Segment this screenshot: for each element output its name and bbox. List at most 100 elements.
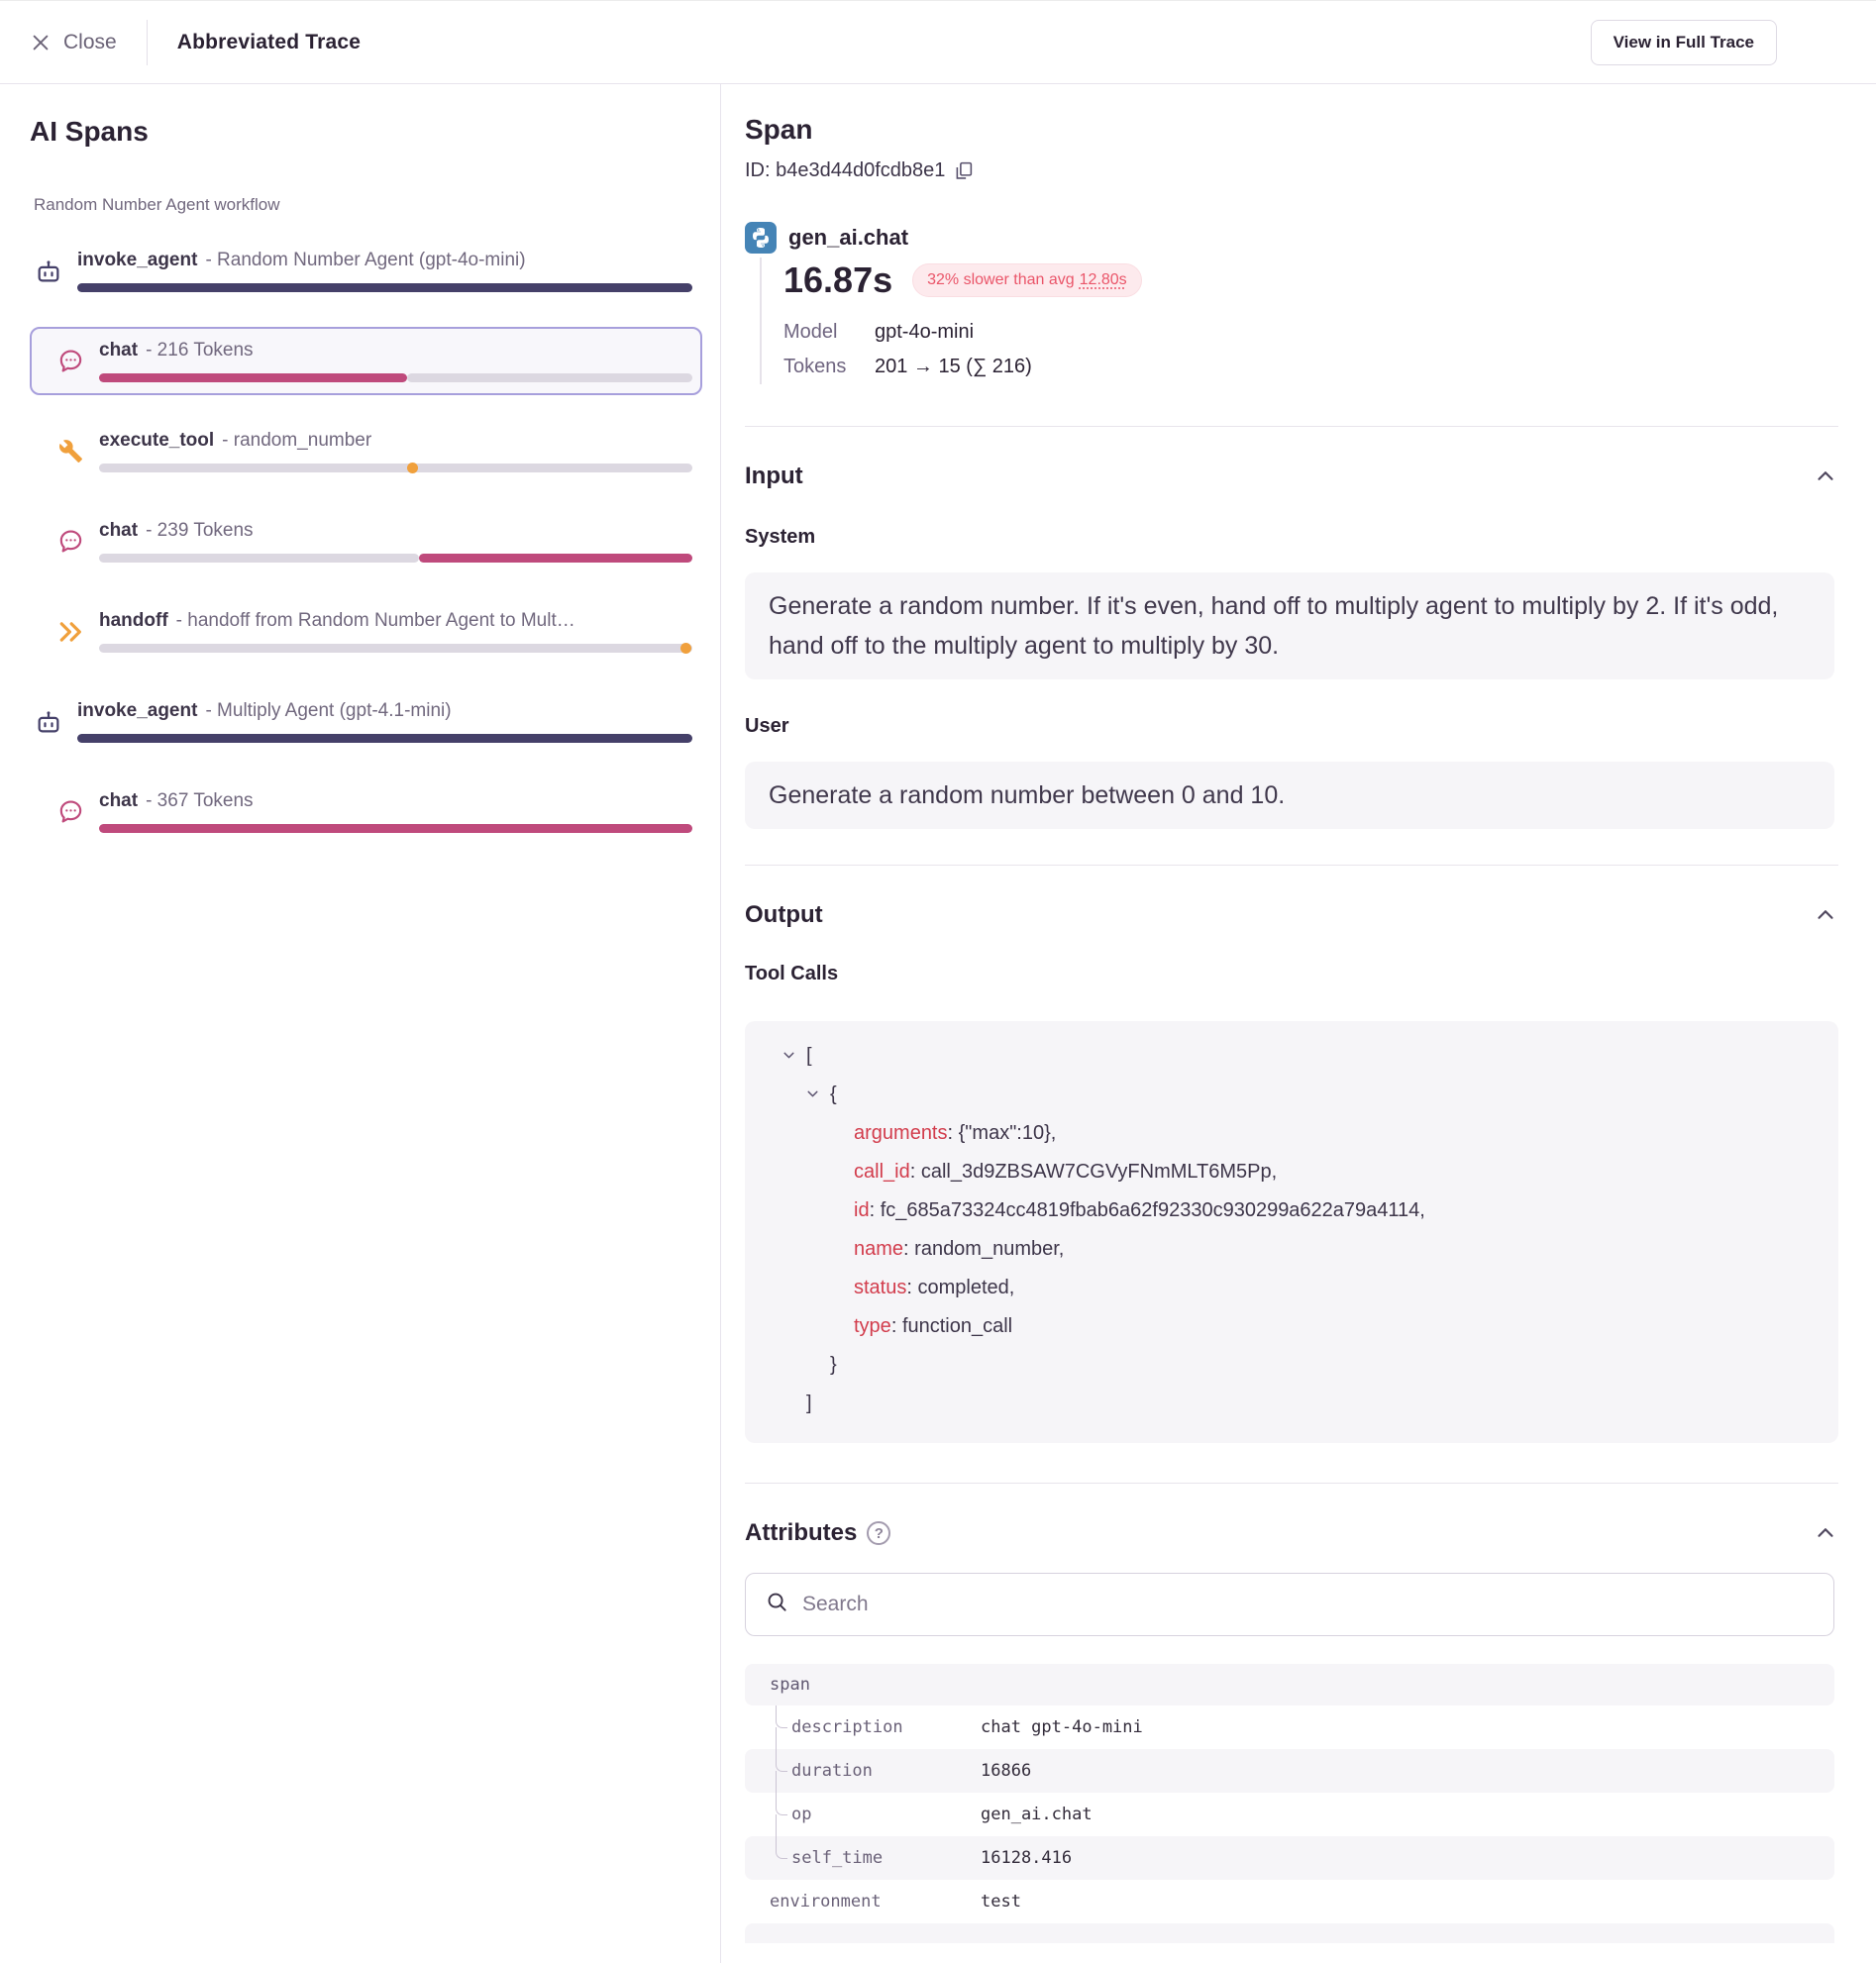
span-list-item[interactable]: chat- 216 Tokens [30, 327, 702, 395]
attributes-heading: Attributes? [745, 1519, 890, 1547]
attribute-row[interactable]: environmenttest [745, 1880, 1834, 1923]
bar-segment [99, 554, 419, 563]
chat-bubble-icon [55, 527, 85, 557]
span-row-title: invoke_agent- Random Number Agent (gpt-4… [77, 250, 692, 271]
span-row-body: chat- 216 Tokens [99, 340, 692, 382]
bar-segment [99, 373, 407, 382]
drawer-title: Abbreviated Trace [177, 31, 361, 54]
help-icon[interactable]: ? [867, 1521, 890, 1545]
span-list-item[interactable]: execute_tool- random_number [30, 417, 702, 485]
json-value: random_number, [914, 1238, 1064, 1260]
span-op-details: 16.87s 32% slower than avg12.80s Model g… [760, 258, 1838, 384]
span-list-item[interactable]: chat- 239 Tokens [30, 507, 702, 575]
attribute-row[interactable]: opgen_ai.chat [745, 1793, 1834, 1836]
topbar-divider [147, 20, 148, 65]
span-duration-bar [99, 554, 692, 563]
duration-row: 16.87s 32% slower than avg12.80s [783, 259, 1838, 301]
chat-bubble-icon [55, 347, 85, 376]
json-key: id [854, 1199, 870, 1221]
robot-icon [34, 707, 63, 737]
bar-segment [407, 373, 692, 382]
json-key: type [854, 1315, 891, 1337]
ai-spans-heading: AI Spans [30, 116, 702, 148]
json-colon: : [948, 1122, 959, 1144]
json-bracket: [ [806, 1045, 812, 1067]
workflow-label: Random Number Agent workflow [34, 195, 702, 215]
chevron-up-icon[interactable] [1813, 902, 1838, 928]
json-line: { [806, 1076, 1811, 1114]
attribute-row[interactable]: description chat gpt-4o-mini [745, 1705, 1834, 1749]
output-heading: Output [745, 901, 823, 929]
span-detail-label: - 239 Tokens [146, 520, 253, 541]
badge-avg-link[interactable]: 12.80s [1080, 271, 1127, 288]
span-row-body: execute_tool- random_number [99, 430, 692, 472]
attributes-section-header: Attributes? [745, 1519, 1838, 1547]
json-line: status: completed, [806, 1269, 1811, 1307]
bar-segment [99, 824, 692, 833]
span-id-row: ID: b4e3d44d0fcdb8e1 [745, 159, 1838, 182]
span-list: invoke_agent- Random Number Agent (gpt-4… [30, 237, 702, 846]
duration-badge: 32% slower than avg 12.80s [912, 263, 1142, 297]
chevron-down-icon[interactable] [781, 1047, 797, 1064]
span-op-label: handoff [99, 610, 168, 631]
chevron-up-icon[interactable] [1813, 464, 1838, 489]
python-icon [745, 222, 777, 254]
span-duration-bar [99, 824, 692, 833]
model-value: gpt-4o-mini [875, 321, 974, 344]
attribute-row[interactable]: self_time16128.416 [745, 1836, 1834, 1880]
span-detail-label: - 216 Tokens [146, 340, 253, 361]
span-row-body: invoke_agent- Multiply Agent (gpt-4.1-mi… [77, 700, 692, 743]
user-label: User [745, 715, 1838, 738]
user-message-text: Generate a random number between 0 and 1… [769, 775, 1779, 815]
copy-icon[interactable] [953, 160, 974, 181]
attribute-row[interactable]: duration 16866 [745, 1749, 1834, 1793]
span-row-title: execute_tool- random_number [99, 430, 692, 452]
span-list-item[interactable]: chat- 367 Tokens [30, 777, 702, 846]
section-divider [745, 865, 1838, 866]
close-button[interactable]: Close [30, 31, 117, 54]
input-section-header: Input [745, 463, 1838, 490]
close-icon [30, 32, 52, 53]
span-list-item[interactable]: invoke_agent- Multiply Agent (gpt-4.1-mi… [30, 687, 702, 756]
json-bracket: { [830, 1084, 837, 1105]
chevron-down-icon[interactable] [804, 1085, 821, 1102]
json-value: {"max":10}, [959, 1122, 1057, 1144]
json-line: type: function_call [806, 1307, 1811, 1346]
span-op-header: gen_ai.chat [745, 222, 1838, 254]
attribute-value: 16866 [981, 1761, 1031, 1781]
span-op-label: invoke_agent [77, 700, 197, 721]
system-message-text: Generate a random number. If it's even, … [769, 586, 1779, 666]
output-section-header: Output [745, 901, 1838, 929]
bar-segment [99, 644, 692, 653]
tokens-row: Tokens 201 → 15 (∑ 216) [783, 356, 1838, 378]
span-duration-bar [99, 464, 692, 472]
attribute-row[interactable]: span [745, 1664, 1834, 1705]
json-line: call_id: call_3d9ZBSAW7CGVyFNmMLT6M5Pp, [806, 1153, 1811, 1191]
search-input[interactable] [802, 1593, 1814, 1616]
attribute-key: duration [791, 1761, 873, 1781]
attribute-key: op [791, 1805, 811, 1824]
bar-segment [99, 464, 692, 472]
attribute-key: description [791, 1717, 903, 1737]
bar-dot [680, 643, 691, 654]
span-detail-label: - random_number [222, 430, 371, 451]
tokens-value: 201 → 15 (∑ 216) [875, 356, 1032, 378]
chat-bubble-icon [55, 797, 85, 827]
span-duration-bar [77, 734, 692, 743]
input-heading: Input [745, 463, 803, 490]
span-detail-label: - handoff from Random Number Agent to Mu… [176, 610, 575, 631]
json-value: fc_685a73324cc4819fbab6a62f92330c930299a… [881, 1199, 1425, 1221]
json-colon: : [906, 1277, 917, 1298]
chevron-up-icon[interactable] [1813, 1520, 1838, 1546]
json-colon: : [891, 1315, 902, 1337]
span-detail-panel: Span ID: b4e3d44d0fcdb8e1 gen_ai.chat [721, 84, 1876, 1963]
attribute-value: chat gpt-4o-mini [981, 1717, 1143, 1737]
json-bracket: ] [806, 1393, 812, 1414]
span-duration-bar [99, 373, 692, 382]
span-list-item[interactable]: invoke_agent- Random Number Agent (gpt-4… [30, 237, 702, 305]
badge-text: 32% slower than avg [927, 271, 1075, 288]
span-row-title: invoke_agent- Multiply Agent (gpt-4.1-mi… [77, 700, 692, 722]
view-in-full-trace-button[interactable]: View in Full Trace [1591, 20, 1777, 65]
span-list-item[interactable]: handoff - handoff from Random Number Agen… [30, 597, 702, 666]
ai-spans-panel: AI Spans Random Number Agent workflow in… [0, 84, 721, 1963]
